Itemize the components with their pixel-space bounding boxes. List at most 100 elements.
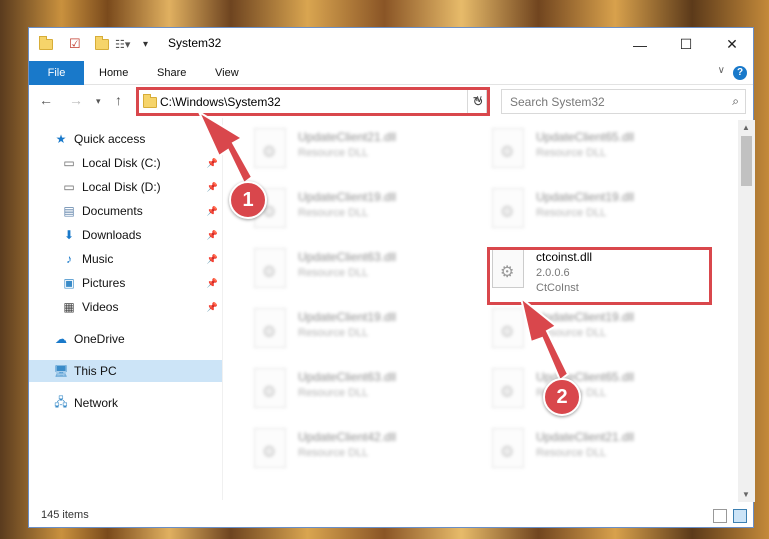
file-name: UpdateClient19.dll (536, 310, 635, 324)
vertical-scrollbar[interactable]: ▲ ▼ (738, 120, 755, 502)
properties-icon[interactable]: ☑ (69, 36, 81, 52)
search-placeholder: Search System32 (510, 95, 605, 109)
sidebar-item-label: Local Disk (C:) (82, 156, 161, 170)
sidebar-item-label: Network (74, 396, 119, 410)
list-item[interactable]: UpdateClient42.dll Resource DLL (246, 426, 476, 476)
sidebar-item-quick-access[interactable]: ★ Quick access (29, 128, 222, 150)
sidebar-item-label: Documents (82, 204, 143, 218)
dll-file-icon (492, 188, 524, 228)
star-icon: ★ (55, 132, 67, 146)
file-name: UpdateClient65.dll (536, 130, 635, 144)
file-name: UpdateClient19.dll (536, 190, 635, 204)
pin-icon[interactable]: 📌 (207, 158, 218, 169)
sidebar-item-label: This PC (74, 364, 117, 378)
tab-share[interactable]: Share (147, 61, 196, 85)
list-item[interactable]: UpdateClient21.dll Resource DLL (246, 126, 476, 176)
sidebar-item-network[interactable]: 🖧 Network (29, 392, 222, 414)
file-name: UpdateClient21.dll (536, 430, 635, 444)
list-item[interactable]: UpdateClient19.dll Resource DLL (484, 306, 714, 356)
sidebar-item-videos[interactable]: ▦ Videos 📌 (29, 296, 222, 318)
sidebar-item-pictures[interactable]: ▣ Pictures 📌 (29, 272, 222, 294)
customize-toolbar-icon[interactable]: ☷▾ (115, 36, 130, 52)
help-icon[interactable]: ? (733, 66, 747, 80)
sidebar-item-label: OneDrive (74, 332, 125, 346)
folder-icon (39, 35, 53, 52)
sidebar-item-downloads[interactable]: ⬇ Downloads 📌 (29, 224, 222, 246)
search-icon[interactable]: ⌕ (732, 94, 739, 109)
videos-icon: ▦ (63, 300, 75, 314)
forward-arrow-icon[interactable]: → (69, 92, 83, 108)
sidebar-item-label: Music (82, 252, 114, 266)
list-item[interactable]: UpdateClient65.dll Resource DLL (484, 366, 714, 416)
maximize-button[interactable]: ☐ (663, 28, 709, 61)
tiles-view-icon[interactable] (733, 509, 747, 523)
callout-badge-2: 2 (543, 378, 581, 416)
dll-file-icon (492, 428, 524, 468)
close-button[interactable]: ✕ (709, 28, 755, 61)
file-name: UpdateClient63.dll (298, 370, 397, 384)
dll-file-icon (492, 128, 524, 168)
dll-file-icon (254, 368, 286, 408)
new-folder-icon[interactable] (95, 35, 109, 52)
up-arrow-icon[interactable]: ↑ (115, 92, 122, 108)
sidebar-item-local-disk-c[interactable]: ▭ Local Disk (C:) 📌 (29, 152, 222, 174)
list-item[interactable]: UpdateClient65.dll Resource DLL (484, 126, 714, 176)
pin-icon[interactable]: 📌 (207, 254, 218, 265)
cloud-icon: ☁ (55, 332, 67, 346)
file-name: UpdateClient42.dll (298, 430, 397, 444)
tab-file[interactable]: File (29, 61, 84, 85)
scroll-down-icon[interactable]: ▼ (742, 490, 750, 499)
file-type: Resource DLL (298, 207, 369, 219)
file-type: Resource DLL (298, 147, 369, 159)
music-icon: ♪ (66, 252, 72, 266)
ribbon-tabs: File Home Share View ∨ ? (29, 61, 753, 85)
window-title: System32 (168, 36, 222, 50)
title-bar: ☑ ☷▾ ▾ System32 — ☐ ✕ (29, 28, 753, 61)
sidebar-item-documents[interactable]: ▤ Documents 📌 (29, 200, 222, 222)
sidebar-item-this-pc[interactable]: 🖥 This PC (29, 360, 222, 382)
file-list: UpdateClient21.dll Resource DLL UpdateCl… (236, 124, 736, 500)
sidebar-item-onedrive[interactable]: ☁ OneDrive (29, 328, 222, 350)
drive-icon: ▭ (63, 180, 75, 194)
tab-home[interactable]: Home (89, 61, 138, 85)
pane-divider[interactable] (222, 118, 223, 500)
dll-file-icon (254, 428, 286, 468)
pin-icon[interactable]: 📌 (207, 182, 218, 193)
recent-locations-icon[interactable]: ▾ (96, 96, 101, 107)
pin-icon[interactable]: 📌 (207, 278, 218, 289)
tab-view[interactable]: View (205, 61, 249, 85)
file-type: Resource DLL (536, 447, 607, 459)
network-icon: 🖧 (54, 394, 68, 409)
list-item[interactable]: UpdateClient63.dll Resource DLL (246, 246, 476, 296)
file-type: Resource DLL (536, 147, 607, 159)
file-name: UpdateClient19.dll (298, 190, 397, 204)
list-item[interactable]: UpdateClient21.dll Resource DLL (484, 426, 714, 476)
back-arrow-icon[interactable]: ← (39, 92, 53, 108)
explorer-window: ☑ ☷▾ ▾ System32 — ☐ ✕ File Home Share Vi… (28, 27, 755, 528)
list-item[interactable]: UpdateClient19.dll Resource DLL (246, 306, 476, 356)
pin-icon[interactable]: 📌 (207, 302, 218, 313)
expand-ribbon-icon[interactable]: ∨ (718, 65, 725, 76)
list-item[interactable]: UpdateClient63.dll Resource DLL (246, 366, 476, 416)
dll-file-icon (254, 128, 286, 168)
navigation-bar: ← → ▾ ↑ C:\Windows\System32 ∨ ↻ Search S… (29, 86, 753, 118)
minimize-button[interactable]: — (617, 28, 663, 61)
search-input[interactable]: Search System32 ⌕ (501, 89, 746, 114)
pin-icon[interactable]: 📌 (207, 206, 218, 217)
scroll-up-icon[interactable]: ▲ (742, 123, 750, 132)
scrollbar-thumb[interactable] (741, 136, 752, 186)
computer-icon: 🖥 (53, 364, 69, 378)
drive-icon: ▭ (63, 156, 75, 170)
address-highlight-box (136, 87, 490, 116)
list-item[interactable]: UpdateClient19.dll Resource DLL (246, 186, 476, 236)
sidebar-item-label: Quick access (74, 132, 146, 146)
chevron-down-icon[interactable]: ▾ (143, 36, 148, 52)
file-type: Resource DLL (298, 387, 369, 399)
navigation-pane: ★ Quick access ▭ Local Disk (C:) 📌 ▭ Loc… (29, 124, 222, 504)
sidebar-item-label: Pictures (82, 276, 126, 290)
sidebar-item-music[interactable]: ♪ Music 📌 (29, 248, 222, 270)
list-item[interactable]: UpdateClient19.dll Resource DLL (484, 186, 714, 236)
details-view-icon[interactable] (713, 509, 727, 523)
sidebar-item-local-disk-d[interactable]: ▭ Local Disk (D:) 📌 (29, 176, 222, 198)
pin-icon[interactable]: 📌 (207, 230, 218, 241)
